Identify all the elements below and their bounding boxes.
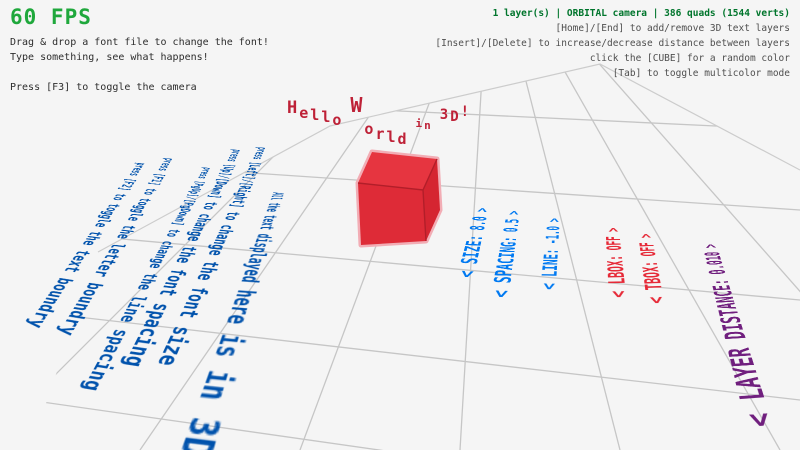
wave-letter: 3 — [440, 107, 450, 123]
wave-letter: o — [364, 120, 375, 138]
wave-letter: d — [398, 130, 409, 148]
wave-letter: o — [332, 111, 343, 129]
wave-letter: W — [350, 93, 364, 117]
wave-letter: D — [450, 109, 460, 125]
hint-toggle-camera: Press [F3] to toggle the camera — [10, 80, 269, 95]
hint-add-remove-layers: [Home]/[End] to add/remove 3D text layer… — [435, 21, 790, 36]
cube-front-face[interactable] — [358, 183, 426, 245]
wave-letter: l — [386, 128, 397, 146]
hint-drag-drop-font: Drag & drop a font file to change the fo… — [10, 35, 269, 50]
wave-letter: i — [416, 117, 425, 130]
wave-letter: l — [321, 108, 332, 126]
hint-multicolor-mode: [Tab] to toggle multicolor mode — [435, 66, 790, 81]
hud-top-left: 60 FPS Drag & drop a font file to change… — [10, 6, 269, 95]
hint-layer-distance: [Insert]/[Delete] to increase/decrease d… — [435, 36, 790, 51]
wave-letter: ! — [461, 104, 471, 120]
hint-gap — [10, 65, 269, 80]
stats-line: 1 layer(s) | ORBITAL camera | 386 quads … — [435, 6, 790, 21]
wave-letter: l — [310, 106, 321, 124]
wave-text-3d: HelloWorldin3D! — [287, 86, 471, 110]
hint-cube-random-color: click the [CUBE] for a random color — [435, 51, 790, 66]
wave-letter: e — [299, 104, 310, 122]
hint-type-something: Type something, see what happens! — [10, 50, 269, 65]
right-hints: [Home]/[End] to add/remove 3D text layer… — [435, 21, 790, 81]
raylib-text-draw-3d-window: All the text displayed here is in 3Dpres… — [0, 0, 800, 450]
left-hints: Drag & drop a font file to change the fo… — [10, 35, 269, 95]
hud-top-right: 1 layer(s) | ORBITAL camera | 386 quads … — [435, 6, 790, 81]
wave-letter: r — [375, 125, 386, 143]
fps-counter: 60 FPS — [10, 6, 269, 28]
wave-letter: n — [424, 119, 433, 132]
wave-letter: H — [287, 98, 299, 118]
